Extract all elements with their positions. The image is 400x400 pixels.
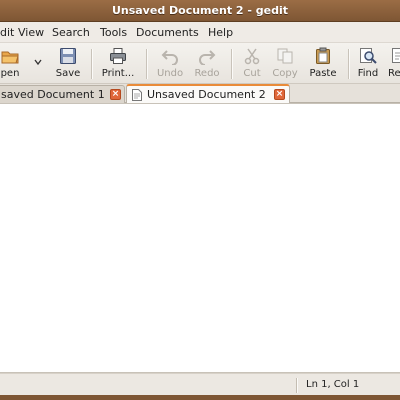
floppy-disk-icon [59,47,77,65]
scissors-icon [243,47,261,65]
toolbar-separator [231,49,232,79]
paste-button[interactable]: Paste [304,46,342,82]
copy-button[interactable]: Copy [269,46,301,82]
magnifier-icon [359,47,377,65]
undo-button[interactable]: Undo [153,46,187,82]
menu-documents[interactable]: Documents [136,25,199,41]
menu-view[interactable]: View [18,25,44,41]
open-button[interactable]: pen [0,46,28,82]
text-editor[interactable] [0,103,400,373]
redo-label: Redo [194,68,220,79]
replace-button[interactable]: Re [384,46,400,82]
print-button[interactable]: Print... [96,46,140,82]
menu-help[interactable]: Help [208,25,233,41]
document-icon [132,89,142,101]
toolbar-separator [91,49,92,79]
window-border [0,395,400,400]
tab-unsaved-document-1[interactable]: saved Document 1 × [0,85,125,104]
cursor-position: Ln 1, Col 1 [306,379,360,390]
find-label: Find [357,68,379,79]
tab-unsaved-document-2[interactable]: Unsaved Document 2 × [126,84,290,104]
menu-bar: dit View Search Tools Documents Help [0,22,400,43]
menu-search[interactable]: Search [52,25,90,41]
undo-arrow-icon [161,47,179,65]
cut-button[interactable]: Cut [238,46,266,82]
save-label: Save [55,68,81,79]
window-title: Unsaved Document 2 - gedit [111,4,289,17]
tab-label: saved Document 1 [1,88,105,101]
find-button[interactable]: Find [354,46,382,82]
save-button[interactable]: Save [50,46,86,82]
undo-label: Undo [156,68,184,79]
menu-tools[interactable]: Tools [100,25,127,41]
printer-icon [109,47,127,65]
toolbar: pen Save Print... Undo Redo Cut Copy Pas… [0,43,400,84]
close-icon[interactable]: × [110,89,121,100]
paste-label: Paste [309,68,337,79]
status-bar: Ln 1, Col 1 [0,373,400,395]
replace-label: Re [388,68,400,79]
clipboard-icon [314,47,332,65]
copy-label: Copy [272,68,298,79]
status-divider [296,378,297,393]
open-label: pen [0,68,20,79]
gedit-window: Unsaved Document 2 - gedit dit View Sear… [0,0,400,400]
tab-label: Unsaved Document 2 [147,88,266,101]
close-icon[interactable]: × [274,89,285,100]
copy-icon [276,47,294,65]
document-tabs: saved Document 1 × Unsaved Document 2 × [0,84,400,104]
menu-edit[interactable]: dit [0,25,14,41]
toolbar-separator [348,49,349,79]
toolbar-separator [146,49,147,79]
open-dropdown-arrow-icon[interactable] [33,57,43,67]
redo-button[interactable]: Redo [190,46,224,82]
folder-open-icon [1,47,19,65]
redo-arrow-icon [198,47,216,65]
cut-label: Cut [243,68,261,79]
print-label: Print... [101,68,135,79]
replace-icon [391,47,400,65]
title-bar[interactable]: Unsaved Document 2 - gedit [0,0,400,22]
